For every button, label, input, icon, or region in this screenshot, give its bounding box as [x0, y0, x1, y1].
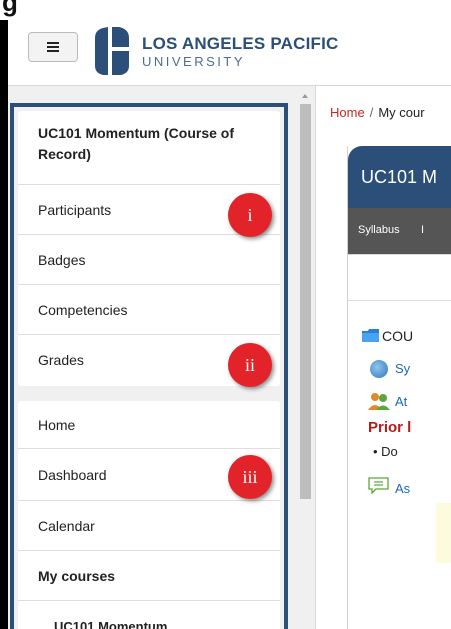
scrollbar-thumb[interactable]	[300, 104, 311, 499]
breadcrumb-separator: /	[369, 105, 374, 120]
nav-drawer-pane: UC101 Momentum (Course of Record) Partic…	[8, 86, 316, 629]
prior-heading: Prior l	[368, 419, 412, 436]
nav-item-uc101-momentum[interactable]: UC101 Momentum	[18, 601, 280, 629]
forum-icon	[368, 477, 389, 494]
nav-item-badges[interactable]: Badges	[18, 235, 280, 285]
course-tab-bar: Syllabus I	[348, 208, 451, 254]
nav-item-label: Grades	[38, 352, 84, 368]
nav-item-label: Dashboard	[38, 466, 107, 483]
breadcrumb-home-link[interactable]: Home	[330, 105, 365, 120]
course-banner: UC101 M	[348, 146, 451, 208]
scroll-up-arrow-icon[interactable]	[302, 94, 308, 98]
main-content: Home / My cour UC101 M Syllabus I COU Sy	[317, 86, 451, 629]
nav-item-label: My courses	[38, 567, 116, 584]
nav-item-label: Calendar	[38, 517, 95, 534]
forum-link[interactable]: As	[395, 481, 410, 496]
top-cropped-title: g	[0, 0, 451, 20]
nav-item-home[interactable]: Home	[18, 401, 280, 449]
bullet-list-item: • Do	[373, 444, 398, 459]
tab-syllabus[interactable]: Syllabus	[358, 224, 400, 236]
highlight-box	[436, 503, 451, 563]
browser-viewport: LOS ANGELES PACIFIC UNIVERSITY UC101 Mom…	[8, 20, 451, 629]
cross-shield-logo-icon[interactable]	[93, 26, 131, 76]
cropped-heading-text: g	[2, 0, 18, 17]
course-body: COU Sy At Prior l • Do As	[348, 254, 451, 629]
nav-drawer: UC101 Momentum (Course of Record) Partic…	[10, 103, 288, 629]
folder-icon	[362, 329, 379, 342]
attendance-icon	[368, 393, 390, 410]
nav-item-label: Home	[38, 416, 76, 433]
course-title: UC101 M	[361, 167, 438, 187]
nav-item-label: Participants	[38, 201, 112, 218]
tab-separator: I	[421, 224, 425, 236]
site-nav-block: Home Dashboard Calendar My courses UC101…	[18, 401, 280, 629]
nav-item-label: Badges	[38, 251, 86, 268]
syllabus-link[interactable]: Sy	[395, 361, 410, 376]
nav-item-label: Competencies	[38, 301, 128, 318]
course-nav-block: UC101 Momentum (Course of Record) Partic…	[18, 111, 280, 387]
section-divider	[348, 300, 451, 301]
hamburger-icon	[47, 42, 59, 52]
globe-icon	[370, 360, 388, 378]
section-title: COU	[382, 328, 414, 344]
annotation-badge-iii: iii	[228, 455, 272, 499]
site-header: LOS ANGELES PACIFIC UNIVERSITY	[8, 20, 451, 86]
breadcrumb: Home / My cour	[330, 105, 425, 120]
nav-item-my-courses[interactable]: My courses	[18, 551, 280, 601]
logo-title[interactable]: LOS ANGELES PACIFIC	[142, 34, 338, 54]
attendance-link[interactable]: At	[395, 394, 407, 409]
annotation-badge-i: i	[228, 193, 272, 237]
drawer-scrollbar[interactable]	[299, 86, 312, 629]
annotation-badge-ii: ii	[228, 343, 272, 387]
breadcrumb-current[interactable]: My cour	[378, 105, 424, 120]
nav-item-calendar[interactable]: Calendar	[18, 501, 280, 551]
logo-subtitle: UNIVERSITY	[142, 54, 246, 69]
nav-item-competencies[interactable]: Competencies	[18, 285, 280, 335]
nav-item-course-title[interactable]: UC101 Momentum (Course of Record)	[18, 111, 280, 185]
nav-item-label: UC101 Momentum	[54, 618, 168, 629]
course-card: UC101 M Syllabus I COU Sy At Prior l • D…	[347, 146, 451, 629]
menu-toggle-button[interactable]	[28, 32, 78, 62]
